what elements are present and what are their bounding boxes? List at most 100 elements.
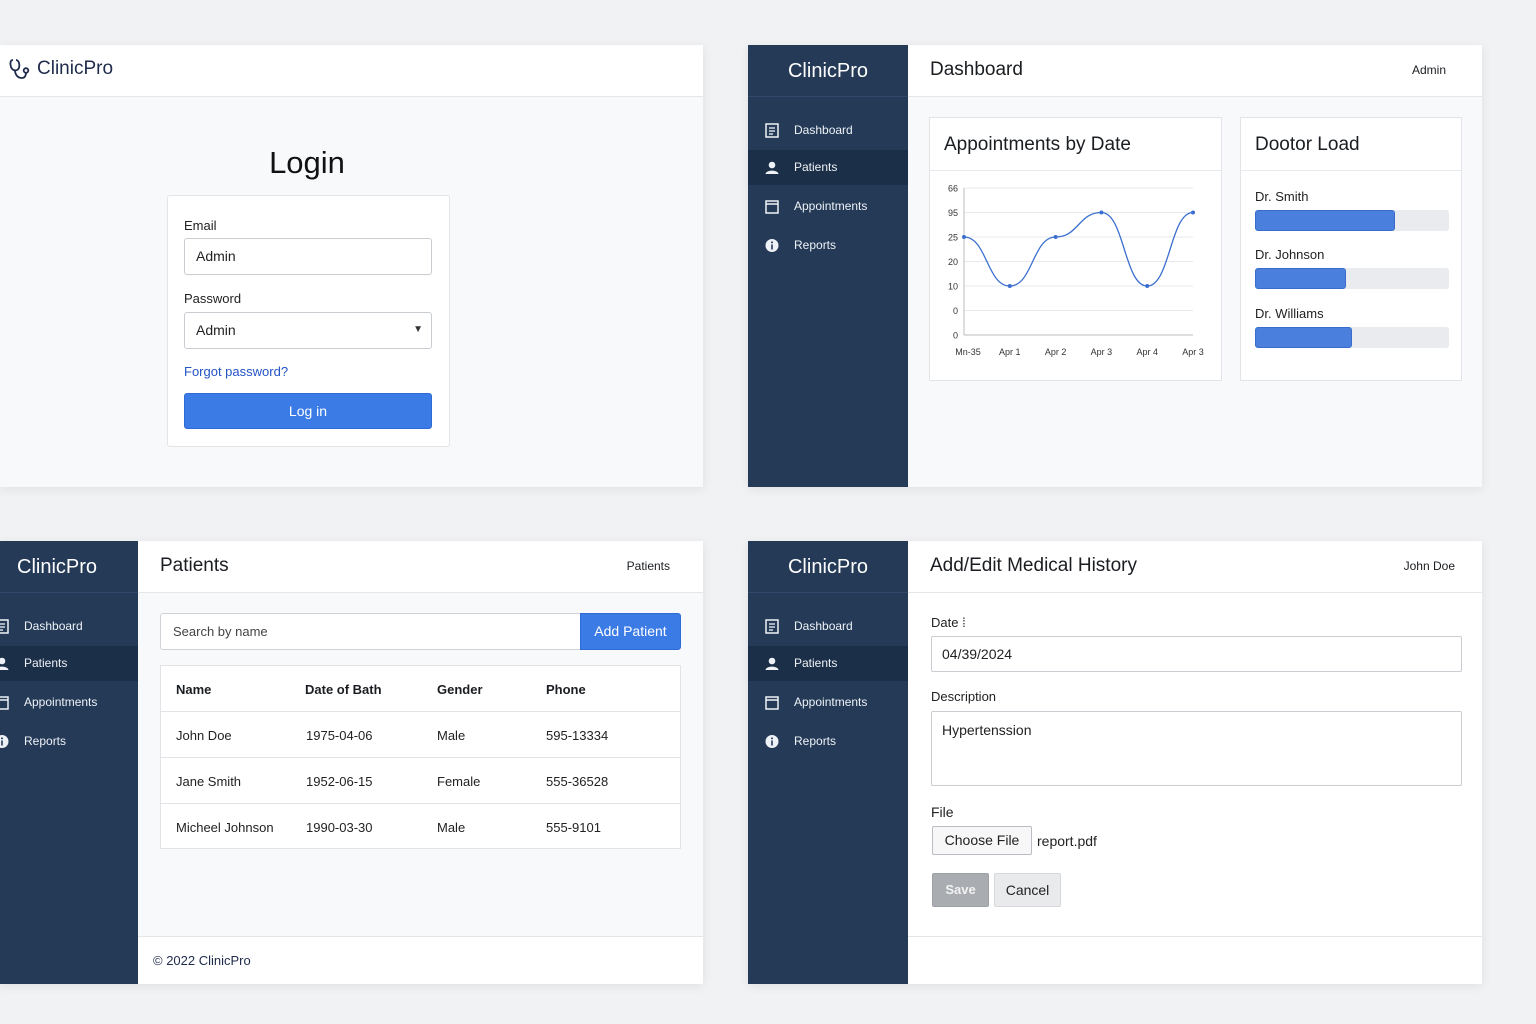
cell-gender: Male: [437, 820, 466, 835]
page-title: Dashboard: [930, 59, 1023, 80]
sidebar-item-reports[interactable]: Reports: [748, 724, 908, 759]
history-header: Add/Edit Medical History John Doe: [908, 541, 1482, 593]
table-row[interactable]: Micheel Johnson 1990-03-30 Male 555-9101: [161, 803, 680, 849]
choose-file-button[interactable]: Choose File: [932, 826, 1032, 855]
add-patient-button[interactable]: Add Patient: [580, 613, 681, 650]
doctor-name: Dr. Smith: [1255, 189, 1309, 204]
info-icon: [765, 735, 779, 748]
sidebar-item-patients[interactable]: Patients: [748, 150, 908, 185]
sidebar-item-label: Dashboard: [794, 619, 853, 633]
sidebar-brand: ClinicPro: [748, 45, 908, 97]
search-input[interactable]: Search by name: [160, 613, 581, 650]
calendar-icon: [765, 696, 779, 710]
user-icon: [0, 657, 9, 670]
load-bar: [1255, 210, 1449, 231]
sidebar-item-label: Reports: [794, 734, 837, 748]
sidebar-item-label: Reports: [24, 734, 67, 748]
patients-panel: ClinicPro Dashboard Patients Appointment…: [0, 541, 703, 984]
divider: [930, 170, 1221, 171]
cancel-button[interactable]: Cancel: [994, 873, 1061, 907]
patients-table: Name Date of Bath Gender Phone John Doe …: [160, 665, 681, 849]
patient-name: John Doe: [1403, 559, 1455, 573]
y-tick-label: 0: [953, 306, 958, 316]
save-button[interactable]: Save: [932, 873, 989, 907]
description-textarea[interactable]: Hypertenssion: [931, 711, 1462, 786]
sidebar-brand: ClinicPro: [0, 541, 138, 593]
password-value: Admin: [196, 322, 236, 338]
data-point: [1145, 284, 1150, 288]
info-icon: [765, 239, 779, 252]
date-field[interactable]: 04/39/2024: [931, 636, 1462, 672]
table-row[interactable]: Jane Smith 1952-06-15 Female 555-36528: [161, 757, 680, 803]
column-header: Gender: [437, 682, 483, 697]
sidebar-brand: ClinicPro: [748, 541, 908, 593]
login-form: Email Admin Password Admin ▼ Forgot pass…: [167, 195, 450, 447]
sidebar-item-patients[interactable]: Patients: [0, 646, 138, 681]
cell-dob: 1990-03-30: [306, 820, 373, 835]
appointments-line-chart: 66 95 25 20 10 0 0 Mn-35 Apr 1 Apr 2 Apr 3 Apr 4 Apr…: [948, 184, 1204, 358]
dashboard-header: Dashboard Admin: [908, 45, 1482, 97]
cell-phone: 595-13334: [546, 728, 609, 743]
data-point: [1099, 210, 1104, 215]
user-icon: [765, 161, 779, 174]
login-panel: ClinicPro Login Email Admin Password Adm…: [0, 45, 703, 487]
sidebar-item-reports[interactable]: Reports: [748, 228, 908, 263]
sidebar-item-dashboard[interactable]: Dashboard: [748, 609, 908, 644]
document-icon: [765, 619, 779, 634]
info-icon: [0, 735, 9, 748]
y-tick-label: 25: [948, 233, 958, 243]
card-title: Dootor Load: [1255, 134, 1360, 155]
password-field[interactable]: Admin ▼: [184, 312, 432, 349]
data-point: [1007, 284, 1012, 288]
sidebar: ClinicPro Dashboard Patients Appointment…: [748, 541, 908, 984]
footer: [908, 936, 1482, 984]
sidebar-item-label: Patients: [794, 160, 838, 174]
copyright-text: © 2022 ClinicPro: [153, 953, 251, 968]
date-label-text: Date: [931, 615, 959, 630]
series-line: [963, 211, 1194, 287]
cell-dob: 1975-04-06: [306, 728, 373, 743]
y-tick-label: 20: [948, 257, 958, 267]
x-tick-label: Apr 4: [1136, 347, 1158, 357]
cell-phone: 555-36528: [546, 774, 609, 789]
email-label: Email: [184, 218, 217, 233]
load-bar-fill: [1255, 327, 1352, 348]
page-title: Patients: [160, 555, 229, 576]
sidebar-item-label: Patients: [794, 656, 838, 670]
x-tick-label: Mn-35: [955, 347, 981, 357]
sidebar-item-label: Appointments: [24, 695, 98, 709]
column-header: Name: [176, 682, 212, 697]
login-topbar: ClinicPro: [0, 45, 703, 97]
sidebar: ClinicPro Dashboard Patients Appointment…: [0, 541, 138, 984]
stethoscope-icon: [9, 59, 30, 79]
data-point: [1053, 235, 1058, 239]
description-label: Description: [931, 689, 997, 704]
forgot-password-link[interactable]: Forgot password?: [184, 364, 288, 379]
brand-name: ClinicPro: [37, 58, 114, 79]
table-row[interactable]: John Doe 1975-04-06 Male 595-13334: [161, 711, 680, 757]
email-field[interactable]: Admin: [184, 238, 432, 275]
date-label-mark: ⁞: [962, 615, 966, 630]
login-button[interactable]: Log in: [184, 393, 432, 429]
column-header: Phone: [546, 682, 586, 697]
sidebar-item-patients[interactable]: Patients: [748, 646, 908, 681]
sidebar-item-dashboard[interactable]: Dashboard: [748, 113, 908, 148]
sidebar-item-appointments[interactable]: Appointments: [0, 685, 138, 720]
cell-gender: Male: [437, 728, 466, 743]
cell-dob: 1952-06-15: [306, 774, 373, 789]
sidebar: ClinicPro Dashboard Patients Appointment…: [748, 45, 908, 487]
sidebar-item-appointments[interactable]: Appointments: [748, 189, 908, 224]
file-label: File: [931, 804, 954, 820]
user-icon: [765, 657, 779, 670]
doctor-name: Dr. Williams: [1255, 306, 1324, 321]
y-tick-label: 0: [953, 331, 958, 341]
sidebar-item-appointments[interactable]: Appointments: [748, 685, 908, 720]
login-title: Login: [269, 145, 345, 180]
sidebar-item-dashboard[interactable]: Dashboard: [0, 609, 138, 644]
sidebar-item-label: Appointments: [794, 695, 868, 709]
user-menu[interactable]: Admin: [1412, 63, 1446, 77]
sidebar-item-reports[interactable]: Reports: [0, 724, 138, 759]
load-bar-fill: [1255, 268, 1347, 289]
x-tick-label: Apr 3: [1182, 347, 1204, 357]
cell-name: Micheel Johnson: [176, 820, 274, 835]
